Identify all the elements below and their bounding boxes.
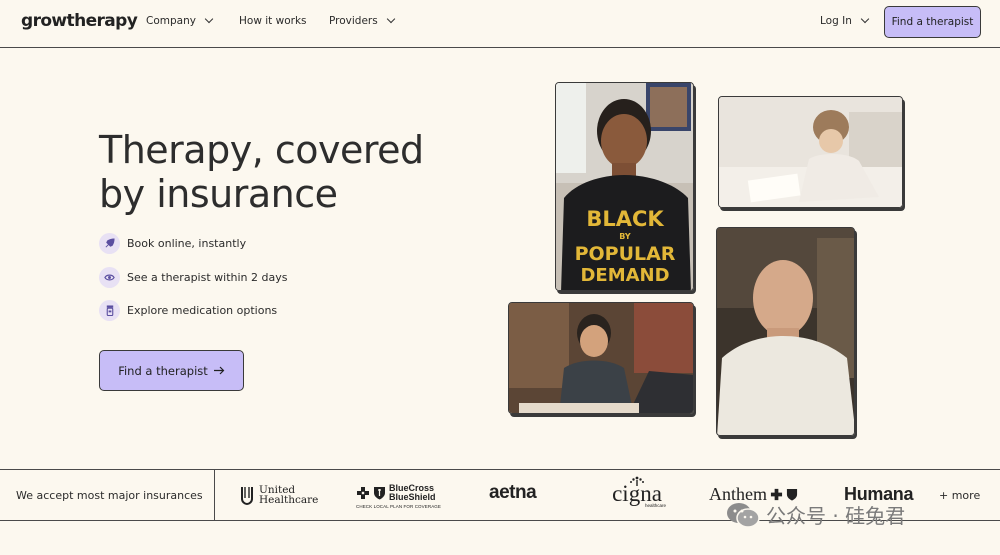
client-photo-writing: [718, 96, 903, 208]
shirt-text-2: BY: [619, 232, 631, 241]
nav-company-label: Company: [146, 15, 196, 27]
uhc-line2: Healthcare: [259, 494, 319, 506]
nav-login[interactable]: Log In: [820, 14, 870, 27]
bcbs-logo: BlueCross BlueShield CHECK LOCAL PLAN FO…: [356, 484, 442, 510]
bcbs-line2: BlueShield: [389, 492, 436, 502]
eye-icon: [99, 267, 120, 288]
nav-login-label: Log In: [820, 15, 852, 27]
hero-title-line2: by insurance: [99, 172, 338, 216]
hero-title: Therapy, covered by insurance: [99, 128, 424, 216]
nav-company[interactable]: Company: [146, 14, 214, 27]
find-therapist-label: Find a therapist: [118, 363, 208, 378]
wechat-icon: [727, 502, 760, 528]
chevron-down-icon: [386, 14, 395, 24]
client-photo-older-man: [716, 227, 855, 436]
logo[interactable]: growtherapy: [21, 11, 138, 31]
cigna-wordmark: cigna: [612, 481, 662, 506]
nav-providers-label: Providers: [329, 15, 378, 27]
pill-bottle-icon: [99, 300, 120, 321]
hero-title-line1: Therapy, covered: [99, 128, 424, 172]
divider: [214, 470, 215, 520]
shirt-text-3: POPULAR: [575, 243, 676, 265]
arrow-right-icon: [213, 364, 225, 378]
more-insurances-link[interactable]: + more: [939, 489, 980, 502]
bcbs-sub: CHECK LOCAL PLAN FOR COVERAGE: [356, 504, 442, 509]
uhc-mark-icon: [241, 487, 253, 505]
blueshield-icon: [374, 487, 385, 500]
watermark: 公众号 · 硅兔君: [726, 500, 905, 529]
nav-how-it-works[interactable]: How it works: [239, 15, 307, 27]
aetna-logo: aetna: [489, 482, 537, 503]
rocket-icon: [99, 233, 120, 254]
cigna-logo: cigna healthcare: [606, 476, 668, 508]
find-therapist-nav-button[interactable]: Find a therapist: [884, 6, 981, 38]
feature-item: Explore medication options: [99, 300, 277, 321]
insurance-label: We accept most major insurances: [16, 489, 203, 502]
therapist-photo-woman-shirt: BLACK BY POPULAR DEMAND: [555, 82, 694, 291]
watermark-text: 公众号 · 硅兔君: [766, 504, 906, 528]
feature-label: See a therapist within 2 days: [127, 271, 288, 284]
chevron-down-icon: [860, 14, 870, 24]
shirt-text-4: DEMAND: [580, 265, 669, 286]
feature-label: Explore medication options: [127, 304, 278, 317]
find-therapist-button[interactable]: Find a therapist: [99, 350, 244, 391]
feature-item: See a therapist within 2 days: [99, 267, 287, 288]
feature-item: Book online, instantly: [99, 233, 246, 254]
uhc-logo: United Healthcare: [240, 485, 318, 505]
shirt-text-1: BLACK: [586, 207, 664, 231]
nav-how-it-works-label: How it works: [239, 15, 307, 27]
chevron-down-icon: [204, 14, 214, 24]
top-nav: growtherapy Company How it works Provide…: [0, 0, 1000, 48]
feature-label: Book online, instantly: [127, 237, 247, 250]
nav-providers[interactable]: Providers: [329, 14, 395, 27]
therapist-photo-laptop: [508, 302, 694, 414]
bluecross-icon: [357, 487, 369, 499]
